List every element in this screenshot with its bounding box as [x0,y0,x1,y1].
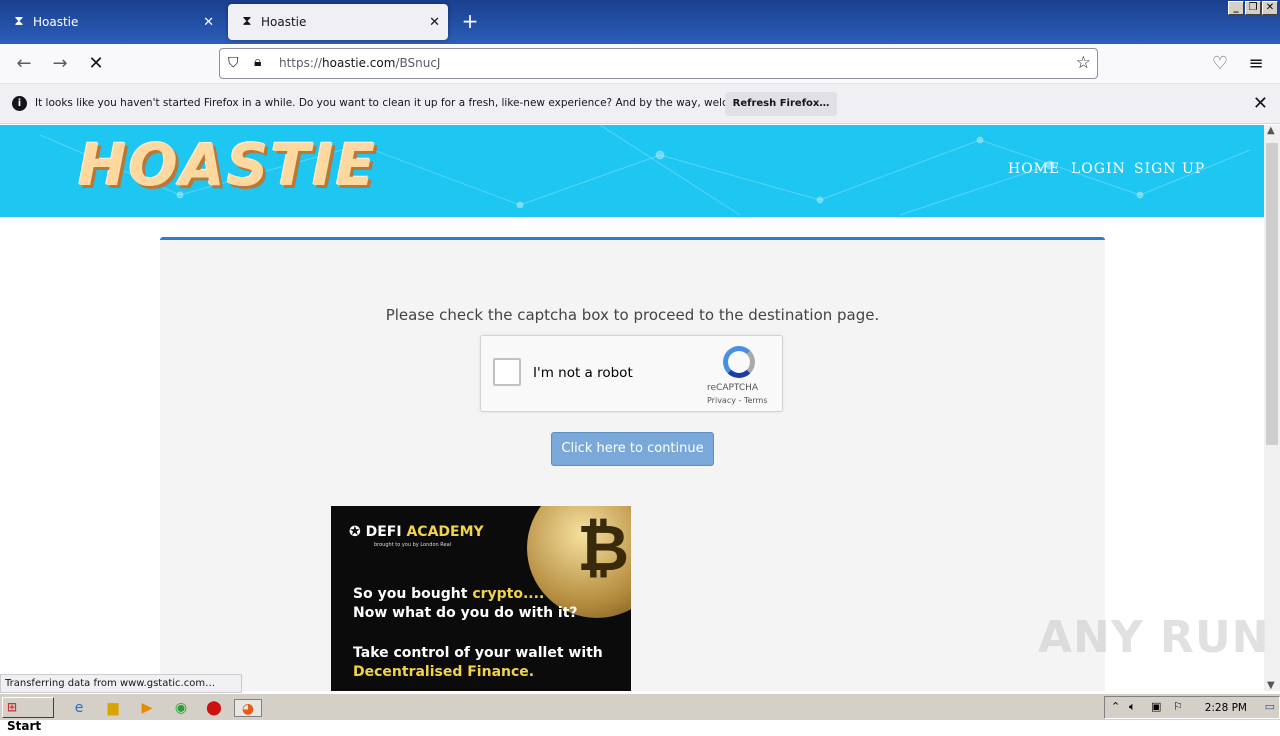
ad-sub: brought to you by London Real [374,542,452,548]
pocket-icon[interactable]: ♡ [1208,52,1232,76]
notification-bar: i It looks like you haven't started Fire… [0,84,1280,124]
close-icon[interactable]: ✕ [1253,93,1268,114]
clock[interactable]: 2:28 PM [1205,702,1247,714]
lock-icon[interactable]: 🔒︎ [254,54,261,70]
tab-hoastie-1[interactable]: ⧗ Hoastie ✕ [0,0,222,44]
show-desktop-icon[interactable]: ▭ [1265,700,1275,713]
start-button[interactable]: ⊞ Start [2,697,54,733]
shield-icon[interactable]: ⛉ [228,55,239,71]
hourglass-icon: ⧗ [14,14,24,29]
page-scrollbar[interactable]: ▲ ▼ [1264,125,1280,691]
folder-icon[interactable]: ▆ [104,699,122,717]
firefox-taskbar-icon[interactable]: ◕ [234,699,262,717]
anyrun-watermark: ANY RUN [1038,612,1270,663]
nav-sign-up[interactable]: SIGN UP [1134,161,1205,177]
nav-login[interactable]: LOGIN [1071,161,1126,177]
hourglass-icon: ⧗ [242,14,252,29]
ad-line-1: So you bought crypto.... [353,586,545,602]
continue-button[interactable]: Click here to continue [551,432,714,466]
ie-icon[interactable]: e [70,699,88,717]
ad-line-2: Now what do you do with it? [353,605,578,621]
chrome-icon[interactable]: ◉ [172,699,190,717]
media-player-icon[interactable]: ▶ [138,699,156,717]
close-tab-icon[interactable]: ✕ [429,15,440,30]
tab-hoastie-2[interactable]: ⧗ Hoastie ✕ [228,4,448,40]
restore-button[interactable]: ❐ [1245,1,1261,15]
forward-button[interactable]: → [48,52,72,76]
windows-logo-icon: ⊞ [7,700,18,714]
recaptcha-label: I'm not a robot [533,365,633,381]
captcha-instruction: Please check the captcha box to proceed … [385,306,880,324]
system-tray: ⌃ 🔈︎ ▣ ⚐ 2:28 PM ▭ [1104,696,1280,719]
menu-icon[interactable]: ≡ [1244,52,1268,76]
recaptcha-logo-icon [723,346,755,378]
refresh-firefox-button[interactable]: Refresh Firefox… [725,92,837,116]
minimize-button[interactable]: _ [1228,1,1244,15]
close-window-button[interactable]: ✕ [1262,1,1278,15]
tab-title: Hoastie [261,15,307,29]
content-card: Please check the captcha box to proceed … [160,237,1105,691]
defi-academy-ad[interactable]: ₿ ✪ DEFI ACADEMY brought to you by Londo… [331,506,631,691]
info-icon: i [12,96,27,111]
tab-bar: ⧗ Hoastie ✕ ⧗ Hoastie ✕ + _ ❐ ✕ [0,0,1280,44]
flag-icon[interactable]: ⚐ [1173,700,1183,713]
web-page: HOASTIE HOME LOGIN SIGN UP Please check … [0,125,1264,691]
tab-title: Hoastie [33,15,79,29]
notification-message: It looks like you haven't started Firefo… [35,97,784,109]
site-logo[interactable]: HOASTIE [78,131,377,199]
recaptcha-links[interactable]: Privacy - Terms [707,396,768,405]
nav-home[interactable]: HOME [1008,161,1060,177]
opera-icon[interactable]: ⬤ [205,699,223,717]
recaptcha-widget: I'm not a robot reCAPTCHA Privacy - Term… [480,335,783,412]
recaptcha-checkbox[interactable] [493,358,521,386]
scrollbar-thumb[interactable] [1266,143,1278,445]
tray-arrow-icon[interactable]: ⌃ [1111,700,1120,713]
address-bar[interactable]: ⛉ 🔒︎ https://hoastie.com/BSnucJ ☆ [219,48,1098,79]
url-text[interactable]: https://hoastie.com/BSnucJ [279,56,440,70]
scroll-down-icon[interactable]: ▼ [1267,680,1275,691]
taskbar: ⊞ Start e ▆ ▶ ◉ ⬤ ◕ ⌃ 🔈︎ ▣ ⚐ 2:28 PM ▭ [0,693,1280,733]
bitcoin-symbol: ₿ [577,512,630,586]
navigation-toolbar: ← → ✕ ⛉ 🔒︎ https://hoastie.com/BSnucJ ☆ … [0,44,1280,84]
site-header: HOASTIE HOME LOGIN SIGN UP [0,125,1264,217]
network-icon[interactable]: ▣ [1151,700,1161,713]
volume-icon[interactable]: 🔈︎ [1129,700,1136,714]
back-button[interactable]: ← [12,52,36,76]
stop-button[interactable]: ✕ [84,52,108,76]
ad-line-3: Take control of your wallet with [353,645,603,661]
status-text: Transferring data from www.gstatic.com… [0,674,242,693]
ad-line-4: Decentralised Finance. [353,664,535,680]
scroll-up-icon[interactable]: ▲ [1267,125,1275,136]
window-controls: _ ❐ ✕ [1228,1,1278,15]
new-tab-button[interactable]: + [460,10,480,34]
bookmark-star-icon[interactable]: ☆ [1076,53,1091,73]
recaptcha-brand: reCAPTCHA [707,383,759,393]
ad-brand: ✪ DEFI ACADEMY [349,524,484,540]
close-tab-icon[interactable]: ✕ [203,15,214,30]
